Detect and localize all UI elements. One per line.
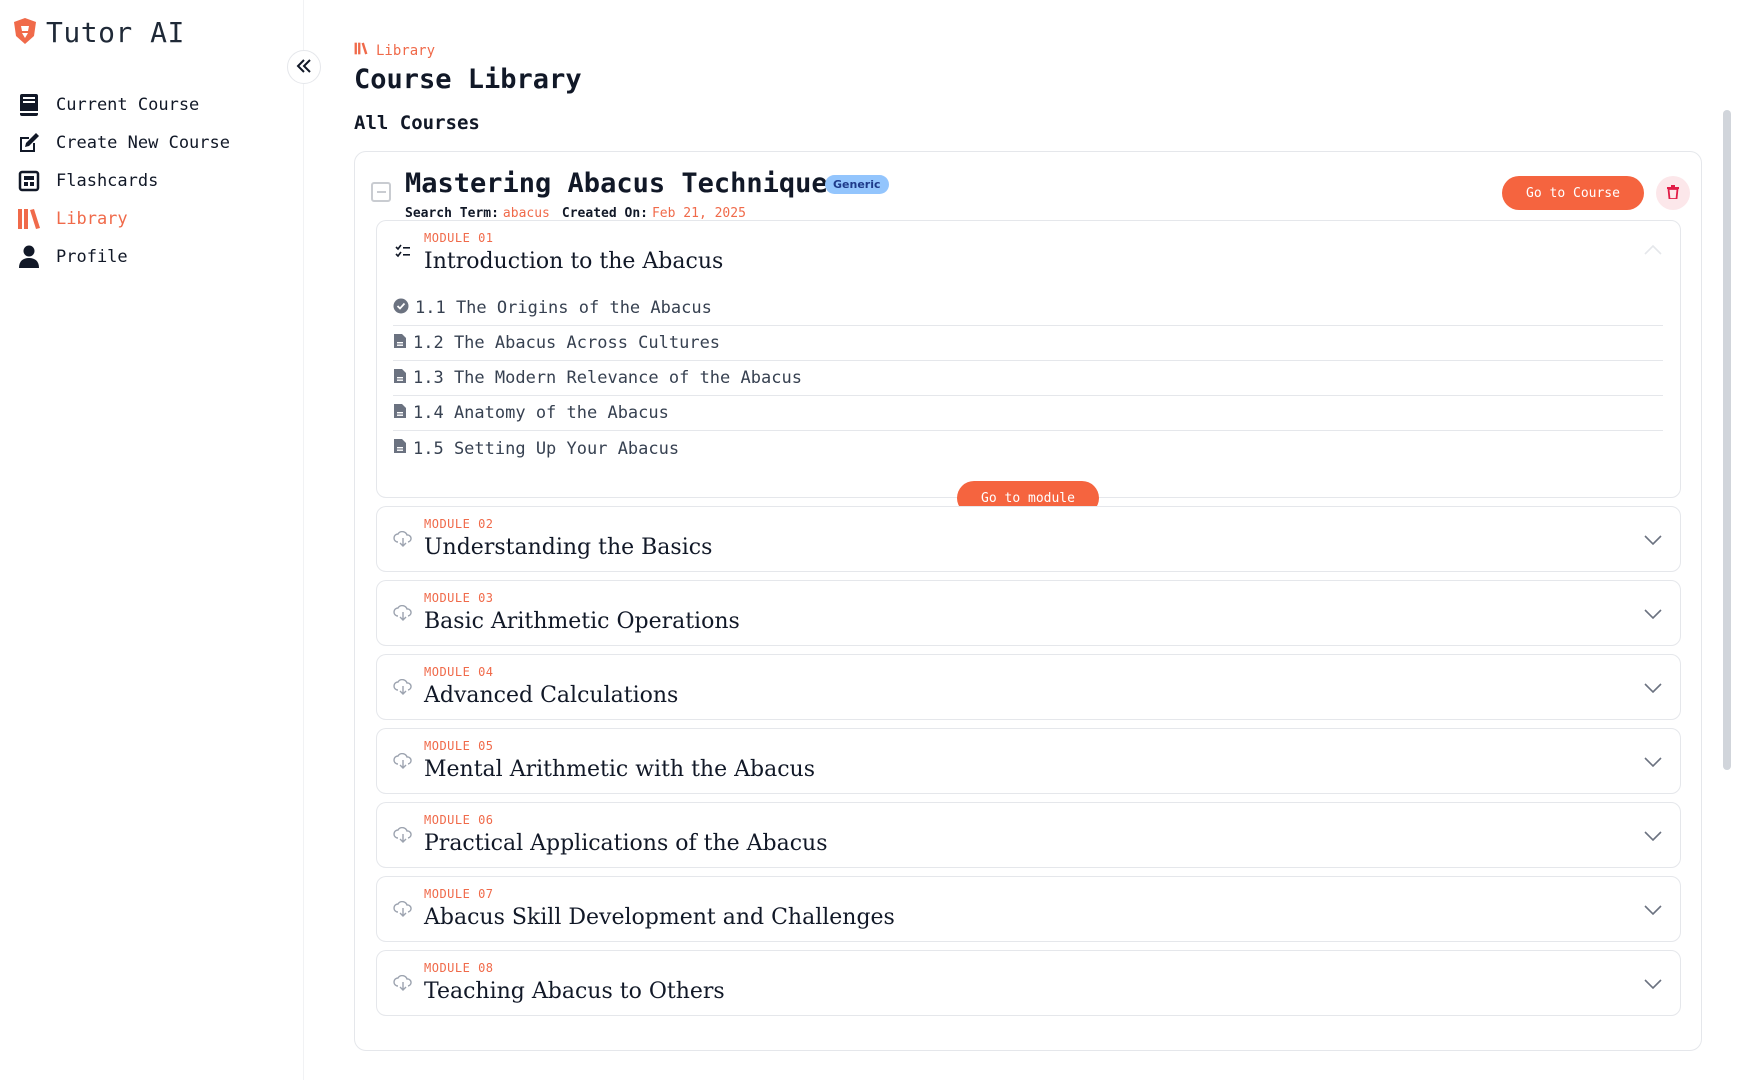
module-card[interactable]: MODULE 01 Introduction to the Abacus 1.1… <box>376 220 1681 515</box>
module-title: Practical Applications of the Abacus <box>424 831 828 856</box>
lesson-label: 1.4 Anatomy of the Abacus <box>413 403 669 423</box>
sidebar-item-flashcards[interactable]: Flashcards <box>16 162 230 200</box>
lesson-item[interactable]: 1.5 Setting Up Your Abacus <box>393 431 1663 466</box>
sidebar-item-current-course[interactable]: Current Course <box>16 86 230 124</box>
breadcrumb[interactable]: Library <box>354 42 435 59</box>
app-logo[interactable]: Tutor AI <box>12 16 185 49</box>
chevron-up-icon[interactable] <box>1642 239 1664 261</box>
sidebar: Tutor AI Current Course Create New Cours… <box>0 0 304 1080</box>
module-number: MODULE 05 <box>424 739 494 753</box>
module-title: Basic Arithmetic Operations <box>424 609 740 634</box>
lesson-label: 1.5 Setting Up Your Abacus <box>413 438 680 459</box>
lesson-label: 1.2 The Abacus Across Cultures <box>413 333 721 353</box>
module-card[interactable]: MODULE 03 Basic Arithmetic Operations <box>376 580 1681 646</box>
lesson-list: 1.1 The Origins of the Abacus 1.2 The Ab… <box>393 291 1663 466</box>
lesson-label: 1.1 The Origins of the Abacus <box>415 298 712 318</box>
cloud-download-icon <box>393 899 413 919</box>
user-icon <box>16 244 42 270</box>
book-icon <box>16 92 42 118</box>
chevron-down-icon[interactable] <box>1642 751 1664 773</box>
module-card[interactable]: MODULE 06 Practical Applications of the … <box>376 802 1681 868</box>
module-card[interactable]: MODULE 02 Understanding the Basics <box>376 506 1681 572</box>
module-number: MODULE 08 <box>424 961 494 975</box>
breadcrumb-label: Library <box>376 42 436 59</box>
module-card[interactable]: MODULE 08 Teaching Abacus to Others <box>376 950 1681 1016</box>
module-title: Abacus Skill Development and Challenges <box>424 905 895 930</box>
sidebar-item-create-new-course[interactable]: Create New Course <box>16 124 230 162</box>
cloud-download-icon <box>393 825 413 845</box>
module-title: Advanced Calculations <box>424 683 679 708</box>
sidebar-item-profile[interactable]: Profile <box>16 238 230 276</box>
go-to-course-button[interactable]: Go to Course <box>1502 176 1644 210</box>
shield-logo-icon <box>12 17 38 49</box>
module-title: Understanding the Basics <box>424 535 713 560</box>
sidebar-item-label: Current Course <box>56 95 200 115</box>
chevron-down-icon[interactable] <box>1642 825 1664 847</box>
search-term-value: abacus <box>502 206 550 221</box>
sidebar-nav: Current Course Create New Course Flashca… <box>16 86 230 276</box>
course-select-checkbox[interactable] <box>371 182 391 202</box>
cloud-download-icon <box>393 751 413 771</box>
document-icon <box>393 438 407 459</box>
check-circle-icon <box>393 298 409 319</box>
created-on-label: Created On: <box>561 206 648 221</box>
sidebar-item-label: Create New Course <box>56 133 230 153</box>
cloud-download-icon <box>393 529 413 549</box>
section-title: All Courses <box>354 112 480 134</box>
lesson-item[interactable]: 1.4 Anatomy of the Abacus <box>393 396 1663 431</box>
scrollbar[interactable] <box>1723 110 1731 770</box>
document-icon <box>393 368 407 389</box>
module-title: Mental Arithmetic with the Abacus <box>424 757 815 782</box>
document-icon <box>393 333 407 354</box>
created-on-value: Feb 21, 2025 <box>651 206 746 221</box>
chevron-down-icon[interactable] <box>1642 677 1664 699</box>
module-number: MODULE 06 <box>424 813 494 827</box>
app-name: Tutor AI <box>46 16 185 49</box>
lesson-item[interactable]: 1.3 The Modern Relevance of the Abacus <box>393 361 1663 396</box>
chevron-down-icon[interactable] <box>1642 603 1664 625</box>
trash-icon <box>1667 184 1679 203</box>
edit-icon <box>16 130 42 156</box>
flashcards-icon <box>16 168 42 194</box>
collapse-sidebar-button[interactable] <box>287 50 321 84</box>
sidebar-item-library[interactable]: Library <box>16 200 230 238</box>
sidebar-item-label: Profile <box>56 247 128 267</box>
library-icon <box>16 206 42 232</box>
module-card[interactable]: MODULE 04 Advanced Calculations <box>376 654 1681 720</box>
course-title: Mastering Abacus Techniques <box>405 168 844 199</box>
document-icon <box>393 403 407 424</box>
cloud-download-icon <box>393 603 413 623</box>
cloud-download-icon <box>393 677 413 697</box>
library-icon <box>354 42 368 59</box>
chevron-down-icon[interactable] <box>1642 899 1664 921</box>
page-title: Course Library <box>354 64 582 95</box>
chevron-down-icon[interactable] <box>1642 529 1664 551</box>
delete-course-button[interactable] <box>1656 176 1690 210</box>
double-chevron-left-icon <box>296 58 312 77</box>
lesson-item[interactable]: 1.2 The Abacus Across Cultures <box>393 326 1663 361</box>
checklist-icon <box>393 241 413 261</box>
sidebar-item-label: Library <box>56 209 128 229</box>
course-card: Mastering Abacus Techniques Generic Sear… <box>354 151 1702 1051</box>
module-number: MODULE 04 <box>424 665 494 679</box>
module-title: Introduction to the Abacus <box>424 249 724 274</box>
sidebar-item-label: Flashcards <box>56 171 159 191</box>
module-card[interactable]: MODULE 05 Mental Arithmetic with the Aba… <box>376 728 1681 794</box>
module-number: MODULE 07 <box>424 887 494 901</box>
module-card[interactable]: MODULE 07 Abacus Skill Development and C… <box>376 876 1681 942</box>
search-term-label: Search Term: <box>405 206 499 221</box>
lesson-item[interactable]: 1.1 The Origins of the Abacus <box>393 291 1663 326</box>
chevron-down-icon[interactable] <box>1642 973 1664 995</box>
module-number: MODULE 02 <box>424 517 494 531</box>
module-number: MODULE 01 <box>424 231 494 245</box>
main-content: Library Course Library All Courses Maste… <box>354 0 1714 1080</box>
module-title: Teaching Abacus to Others <box>424 979 725 1004</box>
course-meta: Search Term: abacus Created On: Feb 21, … <box>405 206 754 221</box>
lesson-label: 1.3 The Modern Relevance of the Abacus <box>413 368 802 388</box>
module-number: MODULE 03 <box>424 591 494 605</box>
course-type-badge: Generic <box>825 175 889 194</box>
cloud-download-icon <box>393 973 413 993</box>
